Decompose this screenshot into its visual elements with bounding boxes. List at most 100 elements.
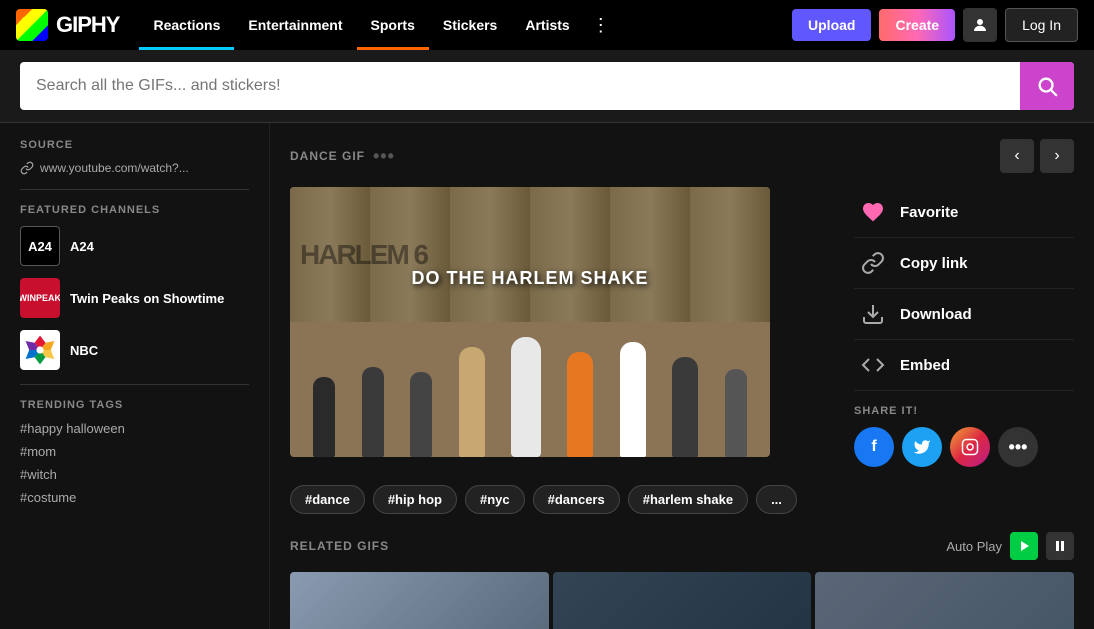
create-button[interactable]: Create xyxy=(879,9,955,41)
favorite-label: Favorite xyxy=(900,204,958,221)
trending-label: TRENDING TAGS xyxy=(20,399,249,411)
tag-more[interactable]: ... xyxy=(756,485,797,514)
prev-button[interactable]: ‹ xyxy=(1000,139,1034,173)
search-input[interactable] xyxy=(20,65,1020,107)
embed-label: Embed xyxy=(900,357,950,374)
nbc-logo xyxy=(20,330,60,370)
nav-artists[interactable]: Artists xyxy=(511,0,583,50)
copy-link-icon xyxy=(858,248,888,278)
person-6 xyxy=(567,352,593,457)
person-8 xyxy=(672,357,698,457)
user-icon-button[interactable] xyxy=(963,8,997,42)
header: GIPHY Reactions Entertainment Sports Sti… xyxy=(0,0,1094,50)
next-button[interactable]: › xyxy=(1040,139,1074,173)
content-area: DANCE GIF ••• ‹ › HARLEM 6 xyxy=(270,123,1094,629)
source-url: www.youtube.com/watch?... xyxy=(40,161,189,175)
nav-actions: Upload Create Log In xyxy=(792,8,1078,42)
nav-sports[interactable]: Sports xyxy=(357,0,429,50)
autoplay-controls: Auto Play xyxy=(946,532,1074,560)
nav-more-button[interactable]: ⋮ xyxy=(584,0,618,50)
person-7 xyxy=(620,342,646,457)
autoplay-label: Auto Play xyxy=(946,539,1002,554)
trending-tag-1[interactable]: #mom xyxy=(20,444,249,459)
favorite-icon xyxy=(858,197,888,227)
related-gif-2[interactable] xyxy=(815,572,1074,629)
featured-a24[interactable]: A24 A24 xyxy=(20,226,249,266)
login-button[interactable]: Log In xyxy=(1005,8,1078,42)
search-bar xyxy=(0,50,1094,123)
logo-text: GIPHY xyxy=(56,12,119,38)
download-icon xyxy=(858,299,888,329)
divider-2 xyxy=(20,384,249,385)
related-gifs-grid xyxy=(290,572,1074,629)
copy-link-label: Copy link xyxy=(900,255,968,272)
logo-icon xyxy=(16,9,48,41)
embed-icon xyxy=(858,350,888,380)
featured-twin-peaks[interactable]: TWIN PEAKS Twin Peaks on Showtime xyxy=(20,278,249,318)
crowd xyxy=(290,228,770,458)
download-label: Download xyxy=(900,306,972,323)
tag-0[interactable]: #dance xyxy=(290,485,365,514)
embed-button[interactable]: Embed xyxy=(854,340,1074,391)
gif-display: HARLEM 6 DO TH xyxy=(290,187,770,457)
nav-stickers[interactable]: Stickers xyxy=(429,0,511,50)
gif-tags: #dance #hip hop #nyc #dancers #harlem sh… xyxy=(290,485,1074,514)
related-gif-0[interactable] xyxy=(290,572,549,629)
nbc-name: NBC xyxy=(70,343,98,358)
gif-main: HARLEM 6 DO TH xyxy=(290,187,834,467)
tag-2[interactable]: #nyc xyxy=(465,485,525,514)
gif-area: HARLEM 6 DO TH xyxy=(290,187,1074,467)
person-3 xyxy=(410,372,432,457)
related-header: RELATED GIFS Auto Play xyxy=(290,532,1074,560)
content-header: DANCE GIF ••• ‹ › xyxy=(290,139,1074,173)
person-5-hoodie xyxy=(511,337,541,457)
gif-text-overlay: DO THE HARLEM SHAKE xyxy=(411,268,648,289)
related-gif-1[interactable] xyxy=(553,572,812,629)
source-link[interactable]: www.youtube.com/watch?... xyxy=(20,161,249,175)
main-content: SOURCE www.youtube.com/watch?... FEATURE… xyxy=(0,123,1094,629)
gif-background: HARLEM 6 DO TH xyxy=(290,187,770,457)
main-nav: Reactions Entertainment Sports Stickers … xyxy=(139,0,780,50)
person-4 xyxy=(459,347,485,457)
twin-peaks-name: Twin Peaks on Showtime xyxy=(70,291,224,306)
nav-reactions[interactable]: Reactions xyxy=(139,0,234,50)
share-instagram-button[interactable] xyxy=(950,427,990,467)
a24-logo: A24 xyxy=(20,226,60,266)
tag-1[interactable]: #hip hop xyxy=(373,485,457,514)
share-facebook-button[interactable]: f xyxy=(854,427,894,467)
featured-channels-label: FEATURED CHANNELS xyxy=(20,204,249,216)
twin-peaks-logo: TWIN PEAKS xyxy=(20,278,60,318)
person-9 xyxy=(725,369,747,457)
upload-button[interactable]: Upload xyxy=(792,9,871,41)
share-title: SHARE IT! xyxy=(854,405,1074,417)
a24-name: A24 xyxy=(70,239,94,254)
person-2 xyxy=(362,367,384,457)
autoplay-play-button[interactable] xyxy=(1010,532,1038,560)
gif-options-icon[interactable]: ••• xyxy=(373,146,395,167)
trending-tag-2[interactable]: #witch xyxy=(20,467,249,482)
download-button[interactable]: Download xyxy=(854,289,1074,340)
trending-tag-3[interactable]: #costume xyxy=(20,490,249,505)
autoplay-pause-button[interactable] xyxy=(1046,532,1074,560)
action-panel: Favorite Copy link Download xyxy=(854,187,1074,467)
copy-link-button[interactable]: Copy link xyxy=(854,238,1074,289)
sidebar: SOURCE www.youtube.com/watch?... FEATURE… xyxy=(0,123,270,629)
favorite-button[interactable]: Favorite xyxy=(854,187,1074,238)
related-title: RELATED GIFS xyxy=(290,539,389,553)
nav-entertainment[interactable]: Entertainment xyxy=(234,0,356,50)
divider-1 xyxy=(20,189,249,190)
search-button[interactable] xyxy=(1020,62,1074,110)
search-container xyxy=(20,62,1074,110)
share-buttons: f ••• xyxy=(854,427,1074,467)
trending-tag-0[interactable]: #happy halloween xyxy=(20,421,249,436)
tag-4[interactable]: #harlem shake xyxy=(628,485,748,514)
gif-navigation: ‹ › xyxy=(1000,139,1074,173)
share-twitter-button[interactable] xyxy=(902,427,942,467)
source-label: SOURCE xyxy=(20,139,249,151)
person-1 xyxy=(313,377,335,457)
share-more-button[interactable]: ••• xyxy=(998,427,1038,467)
tag-3[interactable]: #dancers xyxy=(533,485,620,514)
logo[interactable]: GIPHY xyxy=(16,9,119,41)
gif-category: DANCE GIF ••• xyxy=(290,146,395,167)
featured-nbc[interactable]: NBC xyxy=(20,330,249,370)
